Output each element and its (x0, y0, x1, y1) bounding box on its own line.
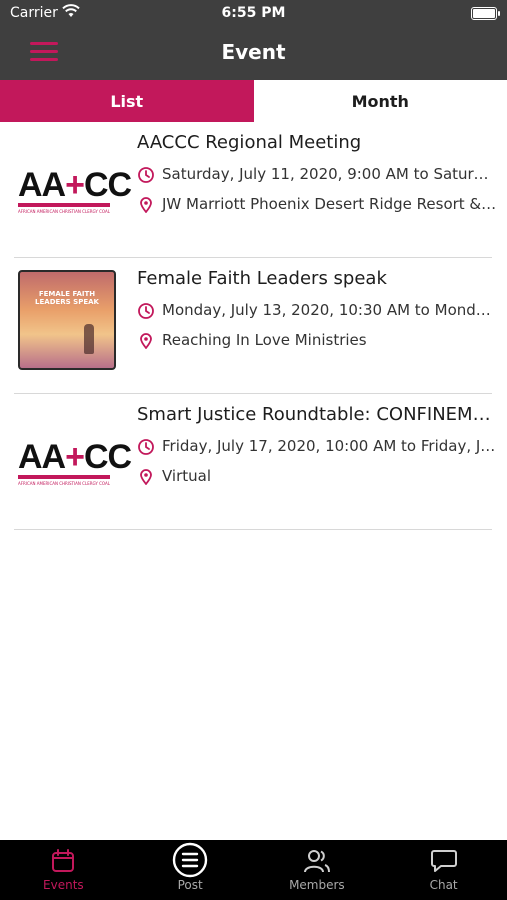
event-location-text: Virtual (162, 467, 212, 485)
members-icon (303, 850, 330, 873)
event-location-text: Reaching In Love Ministries (162, 331, 367, 349)
list-icon (172, 842, 208, 878)
clock-time: 6:55 PM (221, 5, 286, 21)
aaccc-logo-image: AA+CC AFRICAN AMERICAN CHRISTIAN CLERGY … (18, 150, 132, 250)
event-list-item[interactable]: AA+CC AFRICAN AMERICAN CHRISTIAN CLERGY … (14, 122, 497, 258)
poster-text: FEMALE FAITH (38, 290, 96, 298)
logo-cross: + (65, 438, 85, 476)
tab-list[interactable]: List (0, 80, 254, 122)
event-date-text: Friday, July 17, 2020, 10:00 AM to Frida… (162, 437, 497, 455)
battery-icon (471, 7, 500, 20)
location-pin-icon (140, 469, 152, 485)
event-date: Monday, July 13, 2020, 10:30 AM to Monda… (137, 301, 497, 319)
event-list: AA+CC AFRICAN AMERICAN CHRISTIAN CLERGY … (0, 122, 507, 840)
bottom-tab-bar: Events Post Members Chat (0, 840, 507, 900)
calendar-icon (52, 849, 75, 872)
event-title: Female Faith Leaders speak (137, 268, 387, 289)
event-location: JW Marriott Phoenix Desert Ridge Resort … (137, 195, 497, 213)
top-bar: Carrier 6:55 PM Event (0, 0, 507, 80)
clock-icon (138, 167, 154, 183)
page-title: Event (221, 40, 286, 64)
event-location: Virtual (137, 467, 497, 485)
logo-text: AA (18, 166, 66, 204)
event-title: Smart Justice Roundtable: CONFINEMENT (137, 404, 497, 425)
clock-icon (138, 303, 154, 319)
logo-subtitle: AFRICAN AMERICAN CHRISTIAN CLERGY COALIT… (18, 209, 110, 214)
event-date-text: Monday, July 13, 2020, 10:30 AM to Monda… (162, 301, 497, 319)
nav-label: Chat (429, 878, 458, 892)
event-location: Reaching In Love Ministries (137, 331, 497, 349)
nav-item-post[interactable]: Post (127, 840, 254, 900)
event-date: Saturday, July 11, 2020, 9:00 AM to Satu… (137, 165, 497, 183)
nav-item-members[interactable]: Members (254, 840, 381, 900)
event-location-text: JW Marriott Phoenix Desert Ridge Resort … (162, 195, 497, 213)
poster-text: LEADERS SPEAK (35, 298, 99, 306)
nav-label: Post (177, 878, 203, 892)
logo-text: AA (18, 438, 66, 476)
nav-item-events[interactable]: Events (0, 840, 127, 900)
logo-cross: + (65, 166, 85, 204)
event-date: Friday, July 17, 2020, 10:00 AM to Frida… (137, 437, 497, 455)
logo-text: CC (83, 166, 132, 204)
chat-bubble-icon (430, 850, 457, 872)
nav-item-chat[interactable]: Chat (380, 840, 507, 900)
tab-month[interactable]: Month (253, 80, 507, 122)
location-pin-icon (140, 197, 152, 213)
event-poster-image: FEMALE FAITH LEADERS SPEAK (18, 270, 116, 370)
event-title: AACCC Regional Meeting (137, 132, 362, 153)
aaccc-logo-image: AA+CC AFRICAN AMERICAN CHRISTIAN CLERGY … (18, 422, 132, 522)
poster-figure (84, 324, 94, 354)
view-segmented-control: List Month (0, 80, 507, 122)
logo-text: CC (83, 438, 132, 476)
event-list-item[interactable]: FEMALE FAITH LEADERS SPEAK Female Faith … (14, 258, 497, 394)
nav-label: Events (43, 878, 84, 892)
nav-label: Members (289, 878, 345, 892)
event-list-item[interactable]: AA+CC AFRICAN AMERICAN CHRISTIAN CLERGY … (14, 394, 497, 530)
location-pin-icon (140, 333, 152, 349)
event-date-text: Saturday, July 11, 2020, 9:00 AM to Satu… (162, 165, 497, 183)
clock-icon (138, 439, 154, 455)
status-bar: Carrier 6:55 PM (0, 0, 507, 28)
logo-subtitle: AFRICAN AMERICAN CHRISTIAN CLERGY COALIT… (18, 481, 110, 486)
